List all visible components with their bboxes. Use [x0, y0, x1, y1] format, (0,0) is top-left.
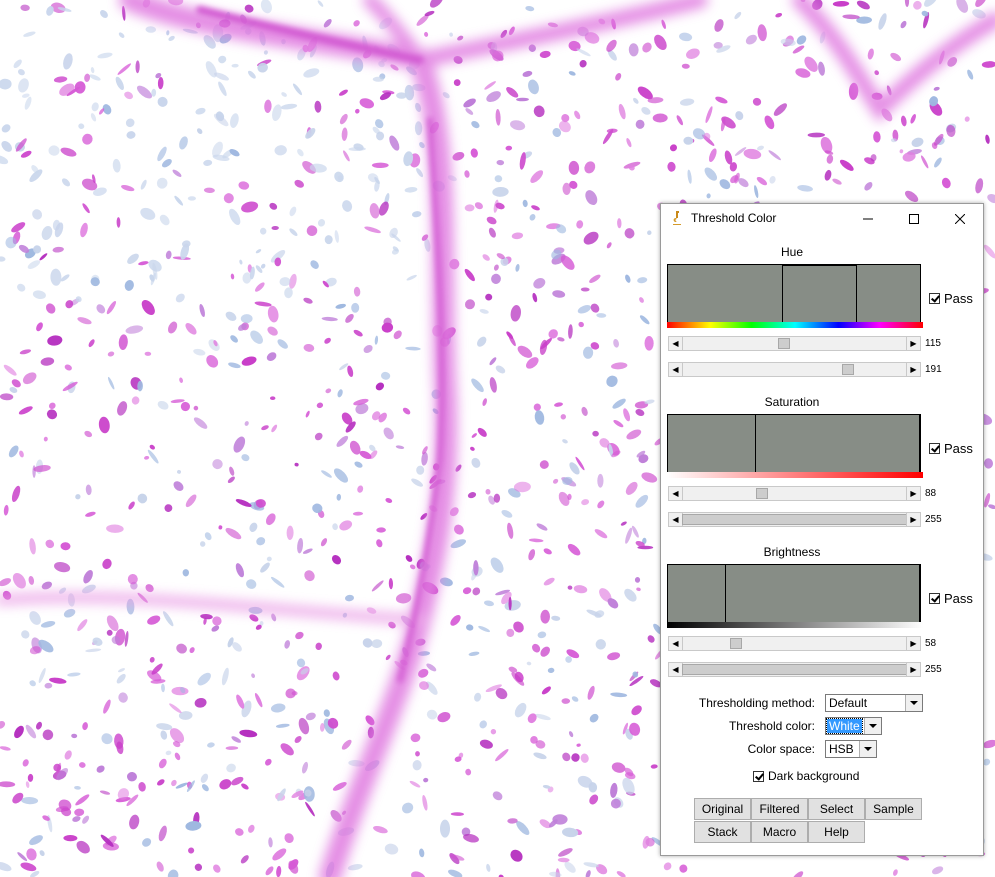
brightness-min-slider[interactable]: ◀ ▶ [668, 636, 921, 651]
hue-selection-range [782, 265, 857, 322]
scroll-left-icon[interactable]: ◀ [669, 637, 683, 650]
dropdown-arrow-icon[interactable] [859, 741, 876, 757]
macro-button[interactable]: Macro [751, 821, 808, 843]
threshold-color-value: White [826, 718, 863, 734]
saturation-pass-label: Pass [944, 441, 973, 456]
slider-thumb[interactable] [778, 338, 790, 349]
select-button[interactable]: Select [808, 798, 865, 820]
hue-max-value: 191 [925, 364, 942, 375]
slider-thumb[interactable] [842, 364, 854, 375]
scroll-right-icon[interactable]: ▶ [906, 663, 920, 676]
scroll-left-icon[interactable]: ◀ [669, 663, 683, 676]
hue-max-slider[interactable]: ◀ ▶ [668, 362, 921, 377]
hue-histogram [667, 264, 921, 323]
slider-thumb[interactable] [756, 488, 768, 499]
hue-pass-checkbox[interactable]: Pass [929, 291, 973, 306]
maximize-button[interactable] [891, 204, 937, 233]
filtered-button[interactable]: Filtered [751, 798, 808, 820]
checkbox-checked-icon [929, 293, 940, 304]
brightness-max-slider[interactable]: ◀ ▶ [668, 662, 921, 677]
tissue-blob [508, 596, 512, 611]
color-space-value: HSB [829, 742, 854, 756]
thresholding-method-select[interactable]: Default [825, 694, 923, 712]
checkbox-checked-icon [929, 443, 940, 454]
slider-thumb[interactable] [730, 638, 742, 649]
saturation-max-slider[interactable]: ◀ ▶ [668, 512, 921, 527]
brightness-color-bar [667, 622, 923, 628]
scroll-left-icon[interactable]: ◀ [669, 513, 683, 526]
hue-color-bar [667, 322, 923, 328]
tissue-blob [371, 162, 389, 168]
tissue-blob [182, 569, 190, 577]
threshold-color-select[interactable]: White [825, 717, 882, 735]
threshold-color-dialog: Threshold Color Hue Pass ◀ ▶ 115 ◀ ▶ 191 [660, 203, 984, 856]
color-space-select[interactable]: HSB [825, 740, 877, 758]
help-button[interactable]: Help [808, 821, 865, 843]
scroll-right-icon[interactable]: ▶ [906, 363, 920, 376]
saturation-selection-range [755, 415, 920, 472]
scroll-right-icon[interactable]: ▶ [906, 337, 920, 350]
thresholding-method-value: Default [829, 696, 868, 710]
thresholding-method-label: Thresholding method: [698, 696, 815, 710]
scroll-left-icon[interactable]: ◀ [669, 363, 683, 376]
saturation-min-value: 88 [925, 488, 937, 499]
hue-min-value: 115 [925, 338, 941, 349]
slider-thumb[interactable] [682, 664, 907, 675]
dropdown-arrow-icon[interactable] [905, 695, 922, 711]
dark-background-label: Dark background [768, 769, 860, 783]
brightness-min-value: 58 [925, 638, 937, 649]
tissue-blob [440, 819, 450, 838]
tissue-blob [485, 293, 493, 301]
saturation-color-bar [667, 472, 923, 478]
brightness-selection-range [725, 565, 920, 622]
brightness-pass-checkbox[interactable]: Pass [929, 591, 973, 606]
checkbox-checked-icon [753, 770, 764, 782]
scroll-left-icon[interactable]: ◀ [669, 487, 683, 500]
saturation-pass-checkbox[interactable]: Pass [929, 441, 973, 456]
scroll-right-icon[interactable]: ▶ [906, 637, 920, 650]
threshold-color-label: Threshold color: [728, 719, 815, 733]
scroll-right-icon[interactable]: ▶ [906, 487, 920, 500]
minimize-icon [863, 218, 873, 219]
hue-pass-label: Pass [944, 291, 973, 306]
hue-label: Hue [780, 245, 803, 259]
saturation-label: Saturation [764, 395, 820, 409]
minimize-button[interactable] [845, 204, 891, 233]
saturation-histogram [667, 414, 921, 473]
dark-background-checkbox[interactable]: Dark background [753, 769, 859, 783]
tissue-blob [187, 196, 196, 201]
dropdown-arrow-icon[interactable] [864, 718, 881, 734]
brightness-histogram [667, 564, 921, 623]
tissue-blob [597, 473, 604, 488]
brightness-label: Brightness [763, 545, 821, 559]
window-title: Threshold Color [691, 211, 777, 225]
hue-selection-top [782, 265, 857, 266]
brightness-max-value: 255 [925, 664, 942, 675]
close-button[interactable] [937, 204, 983, 233]
title-bar[interactable]: Threshold Color [661, 204, 983, 233]
microscope-icon [673, 211, 681, 225]
scroll-right-icon[interactable]: ▶ [906, 513, 920, 526]
slider-thumb[interactable] [682, 514, 907, 525]
hue-min-slider[interactable]: ◀ ▶ [668, 336, 921, 351]
checkbox-checked-icon [929, 593, 940, 604]
sample-button[interactable]: Sample [865, 798, 922, 820]
maximize-icon [909, 213, 919, 224]
close-icon [955, 213, 965, 224]
saturation-max-value: 255 [925, 514, 942, 525]
brightness-pass-label: Pass [944, 591, 973, 606]
color-space-label: Color space: [747, 742, 815, 756]
stack-button[interactable]: Stack [694, 821, 751, 843]
tissue-blob [270, 396, 276, 400]
saturation-min-slider[interactable]: ◀ ▶ [668, 486, 921, 501]
scroll-left-icon[interactable]: ◀ [669, 337, 683, 350]
tissue-blob [644, 336, 654, 351]
original-button[interactable]: Original [694, 798, 751, 820]
tissue-blob [493, 493, 501, 503]
